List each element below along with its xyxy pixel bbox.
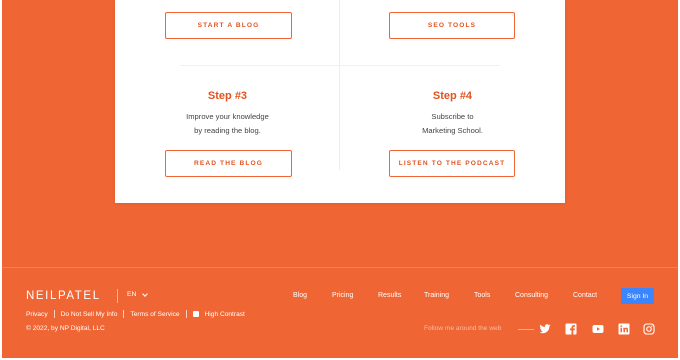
language-label: EN — [127, 291, 137, 298]
follow-divider — [518, 329, 534, 330]
step-3: Step #3 Improve your knowledge by readin… — [115, 0, 340, 203]
logo-separator — [117, 289, 118, 303]
language-selector[interactable]: EN — [127, 290, 149, 298]
high-contrast-label[interactable]: High Contrast — [205, 311, 245, 318]
step-4-line-2: Marketing School. — [422, 126, 483, 135]
linkedin-icon[interactable] — [618, 323, 630, 335]
nav-pricing[interactable]: Pricing — [332, 292, 353, 299]
chevron-down-icon — [142, 290, 149, 297]
privacy-link[interactable]: Privacy — [26, 311, 48, 318]
listen-to-the-podcast-button[interactable]: LISTEN TO THE PODCAST — [389, 150, 515, 177]
nav-consulting[interactable]: Consulting — [515, 292, 548, 299]
nav-blog[interactable]: Blog — [293, 292, 307, 299]
step-4-line-1: Subscribe to — [431, 112, 474, 121]
instagram-icon[interactable] — [643, 323, 655, 335]
sign-in-button[interactable]: Sign In — [621, 288, 654, 304]
step-4: Step #4 Subscribe to Marketing School. L… — [340, 0, 565, 203]
legal-separator — [123, 310, 125, 318]
high-contrast-checkbox[interactable] — [192, 311, 199, 317]
twitter-icon[interactable] — [539, 323, 551, 335]
facebook-icon[interactable] — [565, 323, 577, 335]
step-3-line-2: by reading the blog. — [194, 126, 261, 135]
step-3-title: Step #3 — [207, 90, 248, 102]
do-not-sell-link[interactable]: Do Not Sell My Info — [61, 311, 118, 318]
youtube-icon[interactable] — [591, 323, 604, 335]
step-3-line-1: Improve your knowledge — [186, 112, 269, 121]
terms-of-service-link[interactable]: Terms of Service — [130, 311, 179, 318]
copyright-text: © 2022, by NP Digital, LLC — [26, 325, 105, 332]
footer-divider — [0, 267, 680, 268]
follow-me-text: Follow me around the web — [424, 325, 502, 332]
legal-links: Privacy Do Not Sell My Info Terms of Ser… — [26, 310, 245, 318]
nav-results[interactable]: Results — [378, 292, 401, 299]
step-4-title: Step #4 — [432, 90, 473, 102]
nav-contact[interactable]: Contact — [573, 292, 597, 299]
read-the-blog-button[interactable]: READ THE BLOG — [165, 150, 292, 177]
neilpatel-logo[interactable]: NEILPATEL — [26, 290, 101, 302]
steps-card: START A BLOG SEO TOOLS Step #3 Improve y… — [115, 0, 565, 203]
legal-separator — [185, 310, 187, 318]
nav-training[interactable]: Training — [424, 292, 449, 299]
nav-tools[interactable]: Tools — [474, 292, 490, 299]
legal-separator — [53, 310, 55, 318]
